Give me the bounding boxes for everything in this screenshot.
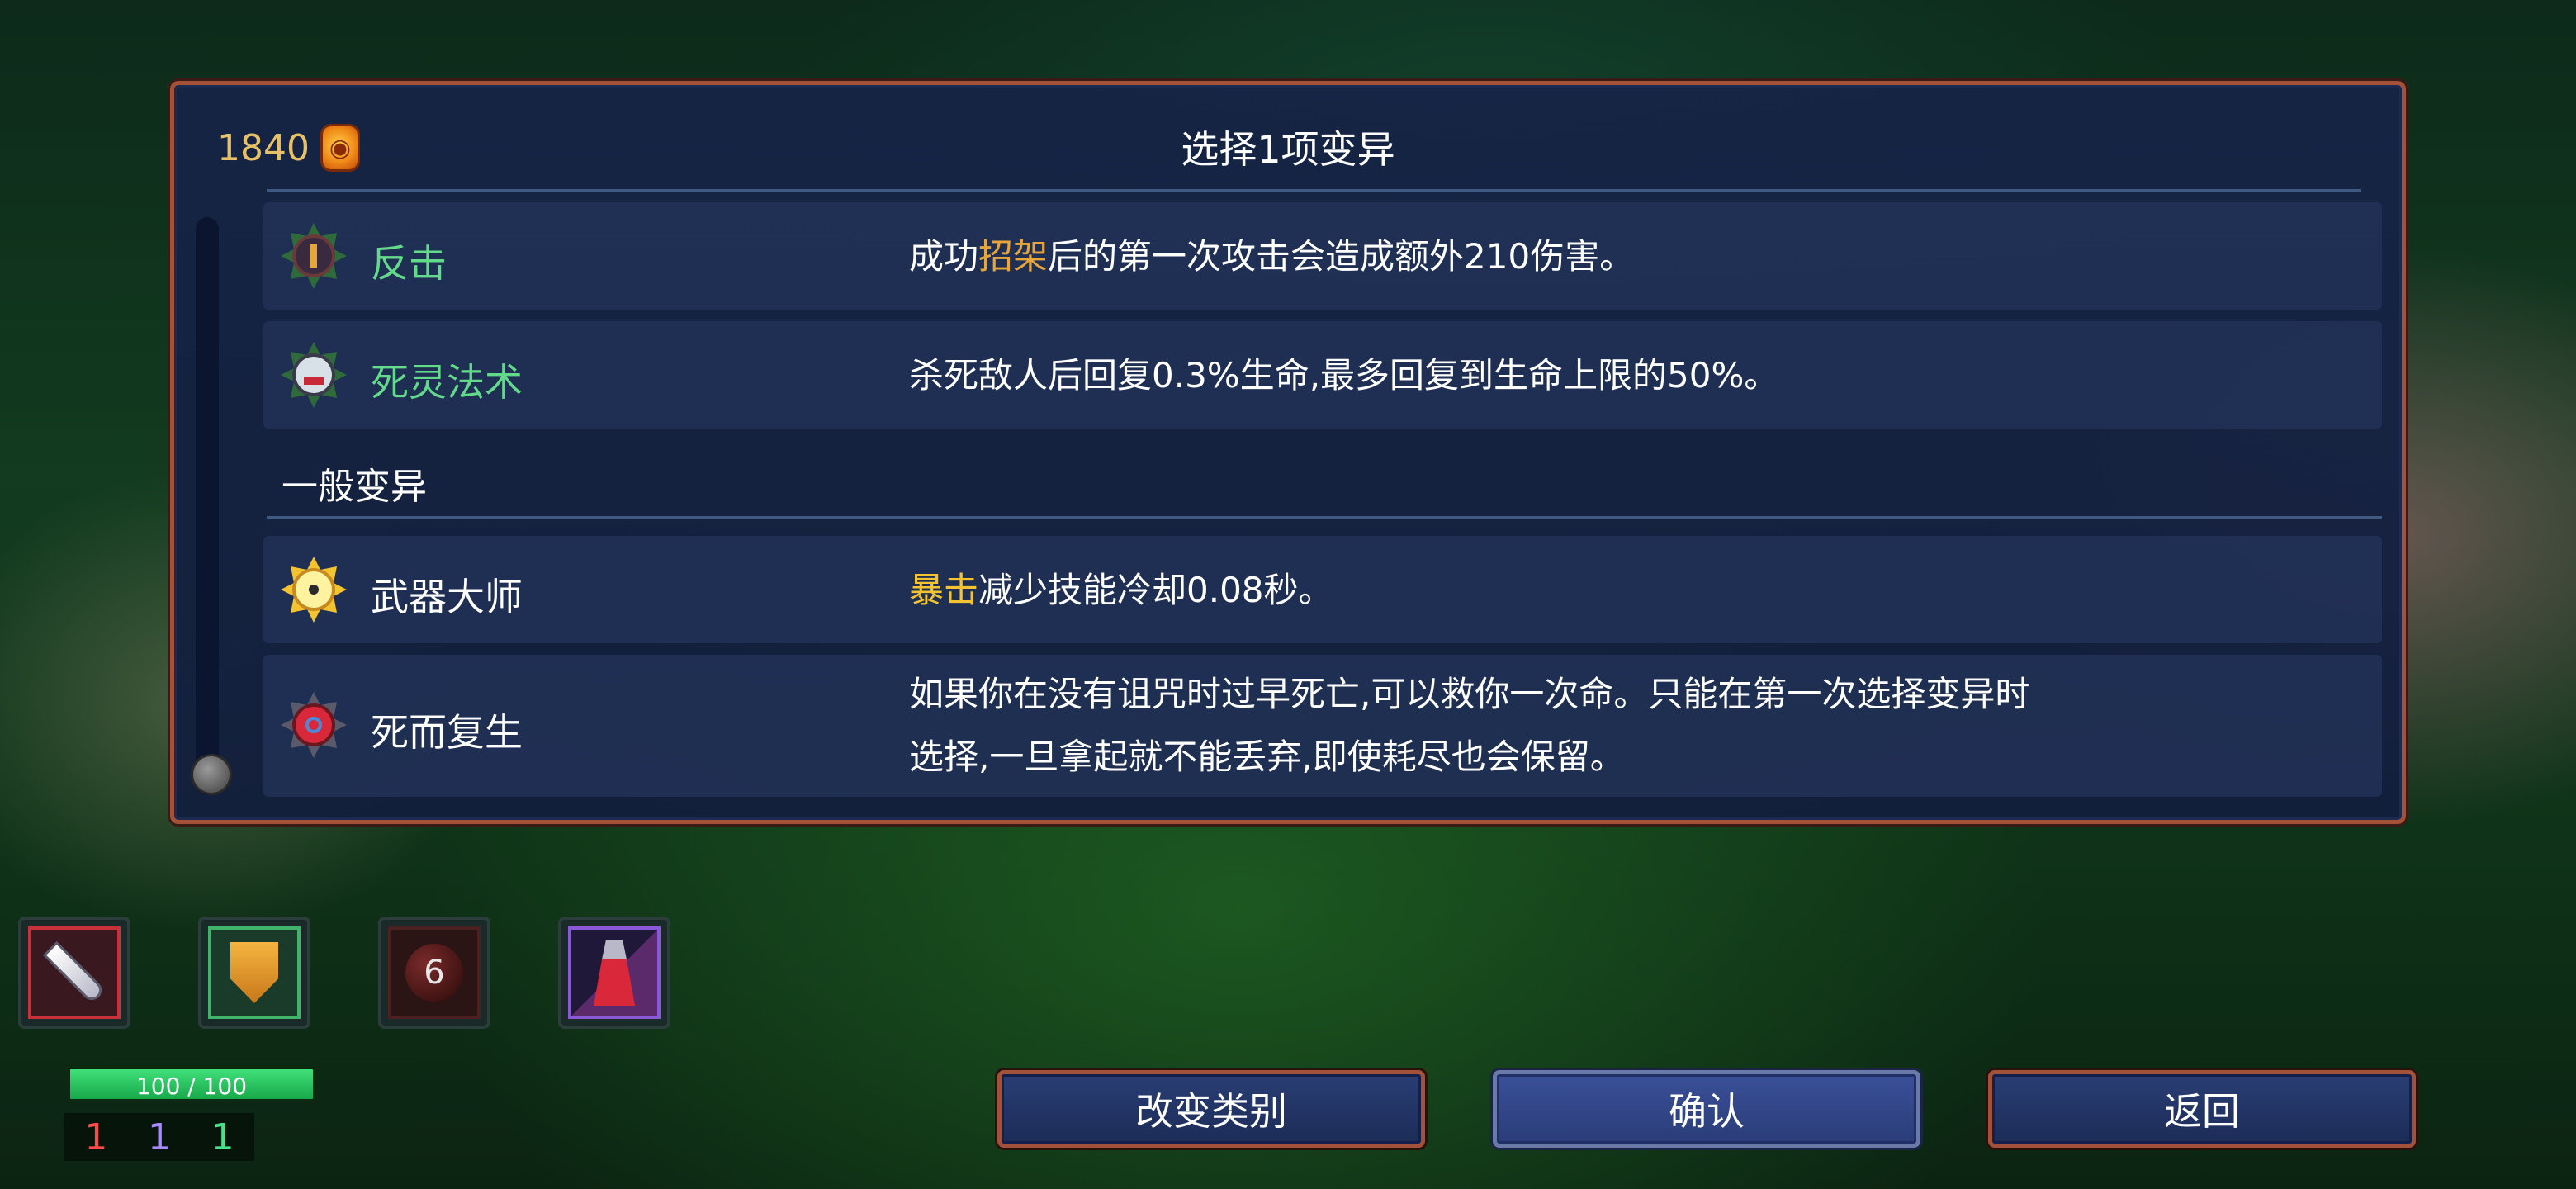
- panel-title: 选择1项变异: [1181, 127, 1395, 172]
- health-text: 100 / 100: [135, 1073, 248, 1100]
- scrollbar-thumb[interactable]: [191, 754, 232, 795]
- mutation-row-necromancy[interactable]: 死灵法术 杀死敌人后回复0.3%生命,最多回复到生命上限的50%。: [263, 321, 2382, 429]
- survival-stat: 1: [211, 1116, 234, 1158]
- skill-slot-1[interactable]: 6: [378, 917, 490, 1029]
- skill-charge-count: 6: [424, 954, 445, 992]
- section-divider: [267, 516, 2382, 519]
- brutality-stat: 1: [84, 1116, 108, 1158]
- title-divider: [267, 189, 2361, 192]
- mutation-row-counter[interactable]: 反击 成功招架后的第一次攻击会造成额外210伤害。: [263, 202, 2382, 310]
- mutation-description: 成功招架后的第一次攻击会造成额外210伤害。: [909, 236, 1635, 277]
- blade-icon: [46, 945, 102, 1001]
- stat-scrolls: 1 1 1: [64, 1113, 254, 1161]
- heart-revive-icon: [278, 689, 349, 760]
- shield-icon: [230, 942, 278, 1003]
- mutation-description: 如果你在没有诅咒时过早死亡,可以救你一次命。只能在第一次选择变异时 选择,一旦拿…: [909, 674, 2030, 777]
- health-bar: 100 / 100: [68, 1067, 315, 1101]
- bomb-icon: 6: [405, 944, 463, 1002]
- target-burst-icon: [278, 554, 349, 625]
- mutation-row-weapon-master[interactable]: 武器大师 暴击减少技能冷却0.08秒。: [263, 536, 2382, 643]
- mutation-name: 死而复生: [371, 710, 523, 755]
- mutation-description: 暴击减少技能冷却0.08秒。: [909, 570, 1333, 610]
- mutation-name: 反击: [371, 241, 447, 286]
- weapon-slot-1[interactable]: [18, 917, 130, 1029]
- mutation-select-panel: 1840 ◉ 选择1项变异 反击 成功招架后的第一次攻击会造成额外210伤害。: [170, 81, 2406, 824]
- mutation-description: 杀死敌人后回复0.3%生命,最多回复到生命上限的50%。: [909, 355, 1779, 396]
- back-button[interactable]: 返回: [1988, 1070, 2416, 1148]
- weapon-slot-2[interactable]: [198, 917, 310, 1029]
- parry-shield-icon: [278, 220, 349, 291]
- mutation-row-revive[interactable]: 死而复生 如果你在没有诅咒时过早死亡,可以救你一次命。只能在第一次选择变异时 选…: [263, 655, 2382, 797]
- mutation-name: 死灵法术: [371, 360, 523, 405]
- tactics-stat: 1: [147, 1116, 171, 1158]
- scrollbar-track[interactable]: [196, 217, 219, 795]
- mutation-name: 武器大师: [371, 575, 523, 619]
- change-category-button[interactable]: 改变类别: [997, 1070, 1425, 1148]
- skill-slot-2[interactable]: [558, 917, 670, 1029]
- turret-icon: [594, 940, 635, 1006]
- section-label-general: 一般变异: [282, 466, 427, 508]
- skull-icon: [278, 339, 349, 410]
- confirm-button[interactable]: 确认: [1493, 1070, 1920, 1148]
